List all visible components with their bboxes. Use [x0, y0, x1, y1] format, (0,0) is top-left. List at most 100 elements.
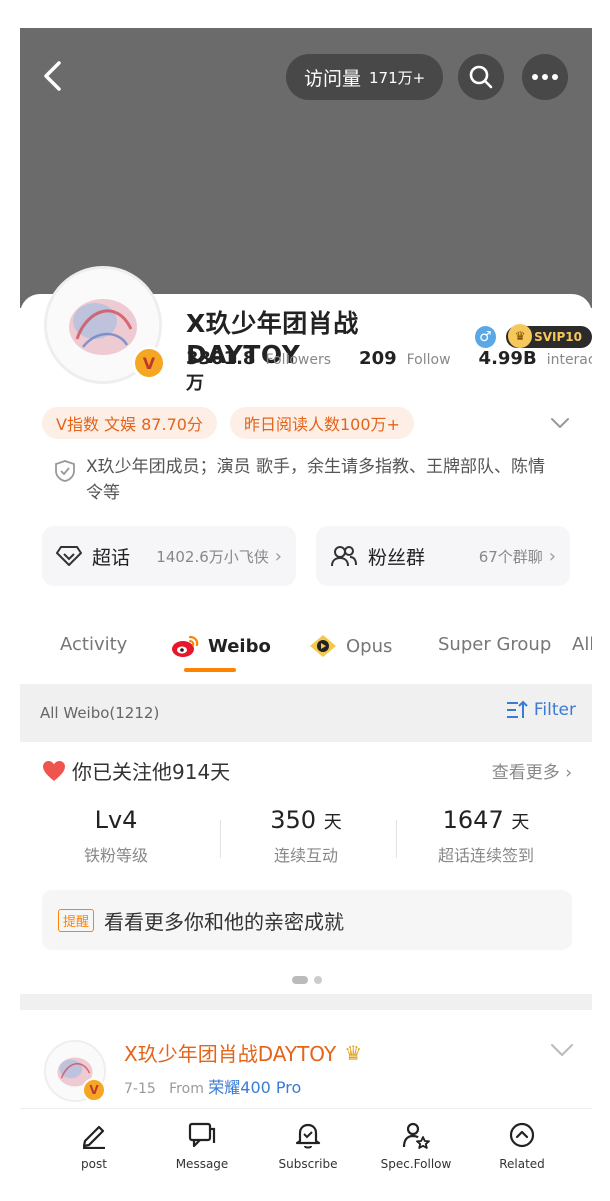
crown-icon: ♛ [508, 323, 533, 348]
visit-count-pill[interactable]: 访问量 171万+ [286, 54, 444, 100]
super-topic-sub: 1402.6万小飞侠 [156, 547, 269, 566]
svip-badge[interactable]: ♛ SVIP10 [506, 323, 592, 348]
fan-group-sub: 67个群聊 [478, 547, 543, 566]
fan-level-label: 铁粉等级 [83, 846, 148, 865]
fan-group-title: 粉丝群 [368, 546, 426, 569]
bell-icon [295, 1123, 321, 1149]
follow-days: 你已关注他914天 [42, 756, 230, 785]
metric-checkin-streak: 1647 天 超话连续签到 [396, 806, 576, 866]
follow-days-text: 你已关注他914天 [72, 760, 231, 784]
profile-tabs: Activity Weibo Opus Super Group Albu [20, 624, 592, 680]
nav-subscribe-label: Subscribe [278, 1157, 338, 1171]
post-from-label: From [169, 1081, 204, 1097]
tab-super-group[interactable]: Super Group [438, 634, 551, 655]
back-icon [44, 61, 61, 91]
checkin-streak-unit: 天 [511, 812, 530, 833]
super-topic-title: 超话 [92, 546, 131, 569]
post-device[interactable]: 荣耀400 Pro [208, 1078, 301, 1097]
related-icon [509, 1122, 535, 1148]
shield-icon [55, 460, 75, 482]
search-button[interactable] [458, 54, 504, 100]
nav-message[interactable]: Message [152, 1121, 252, 1171]
tab-activity[interactable]: Activity [60, 634, 127, 655]
back-button[interactable] [34, 58, 70, 94]
super-topic-entry[interactable]: 超话 1402.6万小飞侠 › [42, 526, 296, 586]
crown-icon: ♛ [344, 1040, 363, 1065]
checkin-streak-label: 超话连续签到 [437, 846, 534, 865]
group-icon [331, 546, 357, 567]
more-button[interactable] [522, 54, 568, 100]
filter-button[interactable]: Filter [506, 700, 576, 720]
nav-post[interactable]: post [44, 1121, 144, 1171]
interaction-count: 4.99B [478, 348, 537, 369]
opus-icon [310, 635, 336, 657]
tab-activity-label: Activity [60, 634, 128, 655]
metric-fan-level: Lv4 铁粉等级 [26, 806, 206, 866]
post-author[interactable]: X玖少年团肖战DAYTOY ♛ [124, 1038, 362, 1067]
follow-label[interactable]: Follow [407, 352, 451, 368]
tip-tag: 提醒 [58, 908, 95, 932]
profile-stats: 3301.8万 Followers 209 Follow 4.99B inter… [186, 348, 592, 395]
followers-count[interactable]: 3301.8万 [186, 348, 255, 395]
tab-super-group-label: Super Group [438, 634, 552, 655]
nav-related-label: Related [499, 1157, 545, 1171]
weibo-post[interactable]: V X玖少年团肖战DAYTOY ♛ 7-15 From 荣耀400 Pro [20, 1010, 592, 1108]
post-date: 7-15 [124, 1081, 156, 1097]
carousel-dot [314, 976, 322, 984]
verified-badge: V [132, 346, 166, 380]
achievement-tip[interactable]: 提醒 看看更多你和他的亲密成就 [42, 890, 572, 950]
carousel-dot-active [292, 976, 308, 984]
tip-text: 看看更多你和他的亲密成就 [104, 909, 345, 934]
weibo-icon [172, 635, 199, 657]
profile-bio: X玖少年团成员；演员 歌手，余生请多指教、王牌部队、陈情令等 [86, 457, 546, 503]
reads-tag[interactable]: 昨日阅读人数100万+ [230, 407, 414, 439]
tab-opus[interactable]: Opus [308, 634, 392, 658]
nav-related[interactable]: Related [472, 1121, 572, 1171]
section-gap [20, 994, 592, 1010]
tab-weibo-label: Weibo [208, 635, 271, 657]
heart-icon [43, 760, 65, 781]
visit-count-label: 访问量 [304, 67, 362, 90]
message-icon [188, 1122, 216, 1148]
chevron-down-icon[interactable] [548, 411, 572, 435]
chevron-right-icon: › [548, 545, 556, 567]
search-icon [469, 65, 493, 89]
nav-message-label: Message [175, 1157, 229, 1171]
male-icon: ♂ [474, 325, 497, 348]
verified-badge: V [82, 1078, 106, 1102]
chevron-down-icon[interactable] [550, 1042, 574, 1058]
see-more-link[interactable]: 查看更多 › [492, 758, 572, 783]
diamond-icon [56, 546, 82, 566]
tab-weibo[interactable]: Weibo [170, 634, 271, 658]
nav-subscribe[interactable]: Subscribe [258, 1121, 358, 1171]
more-icon [532, 74, 558, 80]
fan-follow-card: 你已关注他914天 查看更多 › Lv4 铁粉等级 350 天 连续互动 164… [20, 742, 592, 994]
follow-count[interactable]: 209 [359, 348, 397, 369]
filter-label: Filter [533, 700, 576, 720]
nav-special-follow-label: Spec.Follow [380, 1157, 452, 1171]
tab-opus-label: Opus [346, 635, 393, 657]
chevron-right-icon: › [274, 545, 282, 567]
v-index-tag[interactable]: V指数 文娱 87.70分 [42, 407, 217, 439]
bottom-nav: post Message Subscribe Spec.Follow Relat… [20, 1108, 592, 1201]
filter-icon [506, 700, 528, 718]
weibo-filter-bar: All Weibo(1212) Filter [20, 684, 592, 742]
profile-page: 访问量 171万+ V X玖少年团肖战DAYTOY ♂ ♛ SVIP10 330… [20, 28, 592, 1108]
nav-special-follow[interactable]: Spec.Follow [366, 1121, 466, 1171]
special-follow-icon [402, 1122, 430, 1149]
interaction-streak-label: 连续互动 [273, 846, 338, 865]
nav-post-label: post [81, 1157, 107, 1171]
see-more-label: 查看更多 [491, 763, 560, 783]
tab-albums-label: Albu [572, 634, 592, 655]
all-weibo-count: All Weibo(1212) [40, 704, 160, 722]
post-meta: 7-15 From 荣耀400 Pro [124, 1074, 301, 1098]
visit-count-value: 171万+ [369, 68, 426, 87]
svip-label: SVIP10 [534, 329, 582, 344]
fan-group-entry[interactable]: 粉丝群 67个群聊 › [316, 526, 570, 586]
post-author-name: X玖少年团肖战DAYTOY [124, 1042, 337, 1066]
followers-label[interactable]: Followers [265, 352, 331, 368]
tab-albums[interactable]: Albu [572, 634, 592, 655]
fan-level-value: Lv4 [94, 806, 138, 834]
interaction-streak-unit: 天 [323, 812, 342, 833]
checkin-streak-value: 1647 [442, 806, 504, 834]
